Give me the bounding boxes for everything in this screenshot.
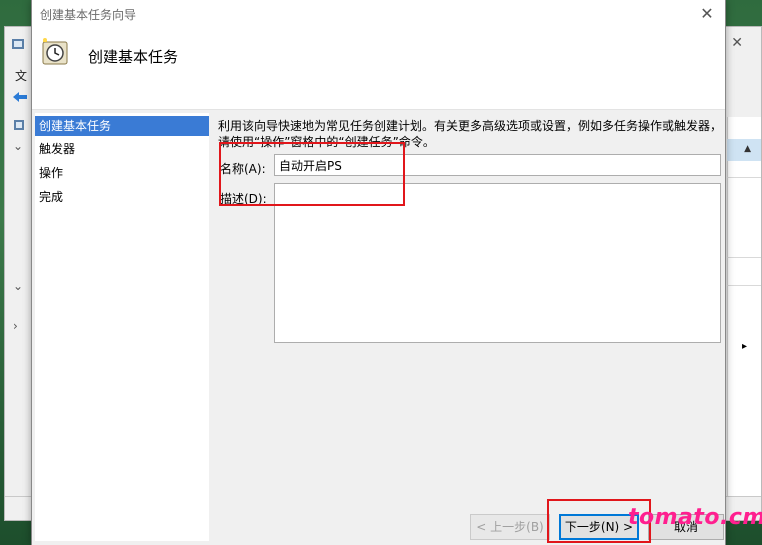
step-create-basic-task[interactable]: 创建基本任务 (35, 116, 209, 136)
back-arrow-icon[interactable] (11, 89, 29, 105)
chevron-down-icon[interactable]: ⌄ (13, 279, 23, 293)
task-scheduler-icon (12, 39, 24, 49)
scroll-up-icon[interactable]: ▲ (744, 144, 751, 154)
menu-file[interactable]: 文 (15, 67, 27, 84)
step-finish[interactable]: 完成 (35, 187, 209, 207)
description-textarea[interactable] (274, 183, 721, 343)
step-action[interactable]: 操作 (35, 163, 209, 183)
create-basic-task-wizard: 创建基本任务向导 ✕ 创建基本任务 创建基本任务 触发器 操作 完成 利用该向导… (31, 0, 726, 545)
divider (727, 285, 761, 286)
page-title: 创建基本任务 (88, 48, 179, 66)
expand-arrow-icon[interactable]: ▸ (742, 341, 747, 352)
navigation-pane (5, 111, 33, 511)
clock-task-icon (42, 38, 68, 65)
bg-close-icon[interactable]: ✕ (731, 35, 743, 51)
back-button[interactable]: < 上一步(B) (470, 514, 550, 540)
chevron-down-icon[interactable]: ⌄ (13, 139, 23, 153)
chevron-right-icon[interactable]: › (13, 319, 18, 333)
window-title: 创建基本任务向导 (40, 8, 137, 22)
divider (727, 257, 761, 258)
divider (727, 177, 761, 178)
highlight-box-name-field (219, 142, 405, 206)
title-bar[interactable]: 创建基本任务向导 ✕ (32, 0, 725, 28)
step-list: 创建基本任务 触发器 操作 完成 (35, 113, 209, 541)
library-icon (14, 120, 24, 130)
watermark: tomato.cm (628, 505, 762, 530)
close-button[interactable]: ✕ (695, 2, 719, 26)
wizard-header: 创建基本任务 (32, 28, 725, 110)
step-trigger[interactable]: 触发器 (35, 139, 209, 159)
